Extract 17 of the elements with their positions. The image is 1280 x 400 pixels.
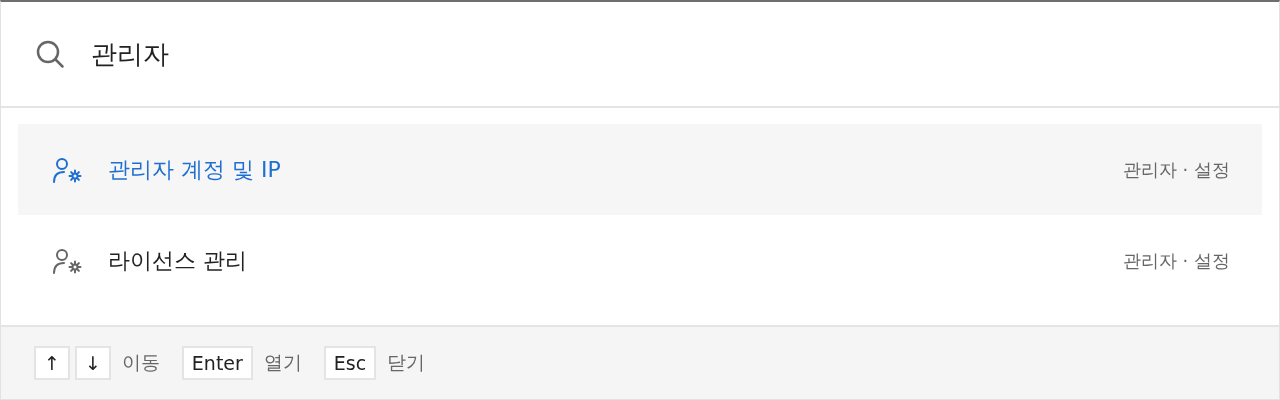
key-cap: Enter xyxy=(181,346,253,380)
result-item[interactable]: 라이선스 관리 관리자 · 설정 xyxy=(18,215,1262,306)
hint-label: 열기 xyxy=(263,350,302,375)
user-gear-icon xyxy=(52,156,82,183)
result-item[interactable]: 관리자 계정 및 IP 관리자 · 설정 xyxy=(18,124,1262,215)
user-gear-icon xyxy=(52,247,82,274)
result-title: 관리자 계정 및 IP xyxy=(108,155,282,184)
key-cap: ↑ xyxy=(34,346,70,380)
result-path: 관리자 · 설정 xyxy=(1122,248,1230,273)
result-title: 라이선스 관리 xyxy=(108,246,248,275)
search-field[interactable]: 관리자 xyxy=(91,39,1245,69)
hint-label: 닫기 xyxy=(387,350,426,375)
hint-label: 이동 xyxy=(121,350,160,375)
result-path: 관리자 · 설정 xyxy=(1122,157,1230,182)
key-cap: ↓ xyxy=(74,346,111,380)
key-cap: Esc xyxy=(323,346,377,380)
search-icon xyxy=(35,39,65,69)
